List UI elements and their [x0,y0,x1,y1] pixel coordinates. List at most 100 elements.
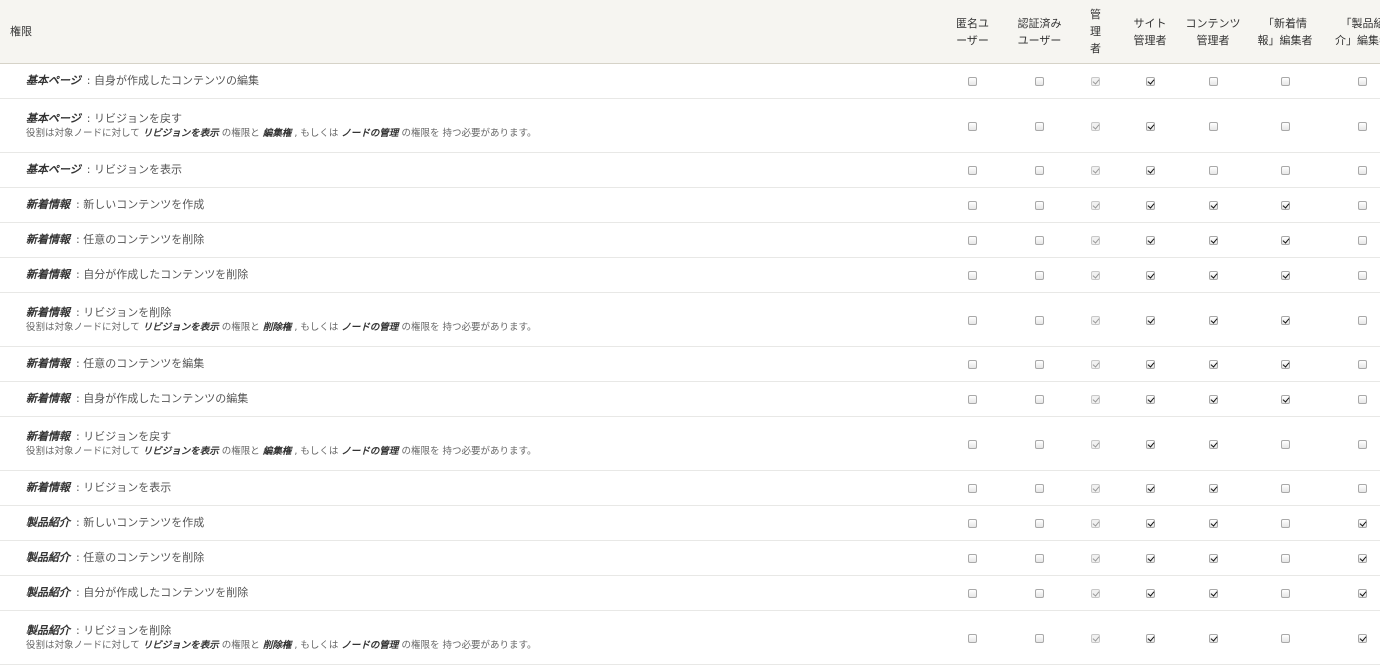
permission-checkbox-administrator [1091,633,1100,643]
permission-checkbox-news-editor[interactable] [1280,201,1290,210]
permission-checkbox-content-manager[interactable] [1208,484,1218,493]
permission-checkbox-authenticated[interactable] [1035,395,1044,404]
permission-checkbox-site-manager[interactable] [1145,484,1155,493]
permission-title: 新着情報: リビジョンを削除 [26,305,938,321]
permission-checkbox-product-editor[interactable] [1358,121,1367,131]
permission-checkbox-news-editor[interactable] [1280,121,1290,131]
permission-checkbox-product-editor[interactable] [1358,554,1367,563]
permission-checkbox-authenticated[interactable] [1035,271,1044,280]
permission-checkbox-anonymous[interactable] [968,439,977,449]
permission-checkbox-authenticated[interactable] [1035,484,1044,493]
permission-checkbox-news-editor[interactable] [1280,166,1290,175]
permission-checkbox-news-editor[interactable] [1280,315,1290,325]
permission-checkbox-anonymous[interactable] [968,315,977,325]
permission-checkbox-site-manager[interactable] [1145,395,1155,404]
permission-checkbox-authenticated[interactable] [1035,77,1044,86]
role-cell-news-editor [1245,257,1325,293]
permission-checkbox-authenticated[interactable] [1035,236,1044,245]
permission-checkbox-news-editor[interactable] [1280,589,1290,598]
role-cell-site-manager [1119,540,1181,576]
permission-checkbox-product-editor[interactable] [1358,360,1367,369]
permission-checkbox-anonymous[interactable] [968,589,977,598]
permission-checkbox-product-editor[interactable] [1358,77,1367,86]
role-cell-content-manager [1181,152,1245,188]
permission-checkbox-anonymous[interactable] [968,77,977,86]
permission-checkbox-content-manager[interactable] [1208,360,1218,369]
permission-checkbox-product-editor[interactable] [1358,519,1367,528]
permission-checkbox-anonymous[interactable] [968,633,977,643]
permission-checkbox-content-manager[interactable] [1208,554,1218,563]
role-header-site-manager: サイト 管理者 [1119,0,1181,64]
permission-checkbox-anonymous[interactable] [968,121,977,131]
permission-checkbox-content-manager[interactable] [1208,633,1218,643]
permission-checkbox-news-editor[interactable] [1280,360,1290,369]
permission-checkbox-site-manager[interactable] [1145,439,1155,449]
permission-checkbox-authenticated[interactable] [1035,201,1044,210]
note-text: の権限を 持つ必要があります。 [398,639,537,651]
permission-checkbox-anonymous[interactable] [968,484,977,493]
permission-checkbox-content-manager[interactable] [1208,236,1218,245]
permission-checkbox-anonymous[interactable] [968,166,977,175]
permission-checkbox-anonymous[interactable] [968,201,977,210]
permission-checkbox-content-manager[interactable] [1208,439,1218,449]
permission-checkbox-product-editor[interactable] [1358,395,1367,404]
permission-checkbox-anonymous[interactable] [968,395,977,404]
permission-checkbox-authenticated[interactable] [1035,554,1044,563]
permission-checkbox-product-editor[interactable] [1358,439,1367,449]
permission-checkbox-anonymous[interactable] [968,519,977,528]
permission-checkbox-site-manager[interactable] [1145,360,1155,369]
permission-checkbox-site-manager[interactable] [1145,121,1155,131]
permission-checkbox-content-manager[interactable] [1208,271,1218,280]
permission-checkbox-news-editor[interactable] [1280,439,1290,449]
permission-checkbox-product-editor[interactable] [1358,589,1367,598]
permission-checkbox-content-manager[interactable] [1208,589,1218,598]
permission-checkbox-news-editor[interactable] [1280,271,1290,280]
permission-checkbox-product-editor[interactable] [1358,166,1367,175]
permission-checkbox-site-manager[interactable] [1145,271,1155,280]
permission-checkbox-product-editor[interactable] [1358,271,1367,280]
permission-checkbox-content-manager[interactable] [1208,121,1218,131]
permission-checkbox-authenticated[interactable] [1035,519,1044,528]
permission-checkbox-product-editor[interactable] [1358,315,1367,325]
permission-checkbox-authenticated[interactable] [1035,121,1044,131]
permission-checkbox-site-manager[interactable] [1145,166,1155,175]
permission-checkbox-site-manager[interactable] [1145,519,1155,528]
permission-checkbox-news-editor[interactable] [1280,554,1290,563]
permission-checkbox-news-editor[interactable] [1280,395,1290,404]
permission-checkbox-authenticated[interactable] [1035,633,1044,643]
permission-checkbox-site-manager[interactable] [1145,554,1155,563]
permission-checkbox-authenticated[interactable] [1035,589,1044,598]
permission-checkbox-site-manager[interactable] [1145,201,1155,210]
permission-checkbox-authenticated[interactable] [1035,439,1044,449]
content-type-label: 製品紹介 [26,516,70,529]
permission-checkbox-news-editor[interactable] [1280,519,1290,528]
permission-checkbox-site-manager[interactable] [1145,77,1155,86]
role-header-content-manager: コンテンツ 管理者 [1181,0,1245,64]
permission-checkbox-product-editor[interactable] [1358,633,1367,643]
permission-checkbox-content-manager[interactable] [1208,519,1218,528]
permission-checkbox-news-editor[interactable] [1280,236,1290,245]
permission-checkbox-authenticated[interactable] [1035,166,1044,175]
permission-checkbox-anonymous[interactable] [968,271,977,280]
permission-checkbox-news-editor[interactable] [1280,484,1290,493]
permission-checkbox-content-manager[interactable] [1208,77,1218,86]
permission-checkbox-news-editor[interactable] [1280,77,1290,86]
permission-checkbox-authenticated[interactable] [1035,315,1044,325]
permission-checkbox-content-manager[interactable] [1208,395,1218,404]
permission-checkbox-authenticated[interactable] [1035,360,1044,369]
permission-checkbox-product-editor[interactable] [1358,484,1367,493]
permission-checkbox-anonymous[interactable] [968,236,977,245]
permission-checkbox-site-manager[interactable] [1145,633,1155,643]
permission-checkbox-news-editor[interactable] [1280,633,1290,643]
permission-checkbox-content-manager[interactable] [1208,201,1218,210]
permission-checkbox-content-manager[interactable] [1208,166,1218,175]
permission-checkbox-product-editor[interactable] [1358,236,1367,245]
permission-checkbox-site-manager[interactable] [1145,589,1155,598]
permission-checkbox-site-manager[interactable] [1145,315,1155,325]
role-cell-content-manager [1181,346,1245,382]
permission-checkbox-site-manager[interactable] [1145,236,1155,245]
permission-checkbox-anonymous[interactable] [968,360,977,369]
permission-checkbox-product-editor[interactable] [1358,201,1367,210]
permission-checkbox-content-manager[interactable] [1208,315,1218,325]
permission-checkbox-anonymous[interactable] [968,554,977,563]
